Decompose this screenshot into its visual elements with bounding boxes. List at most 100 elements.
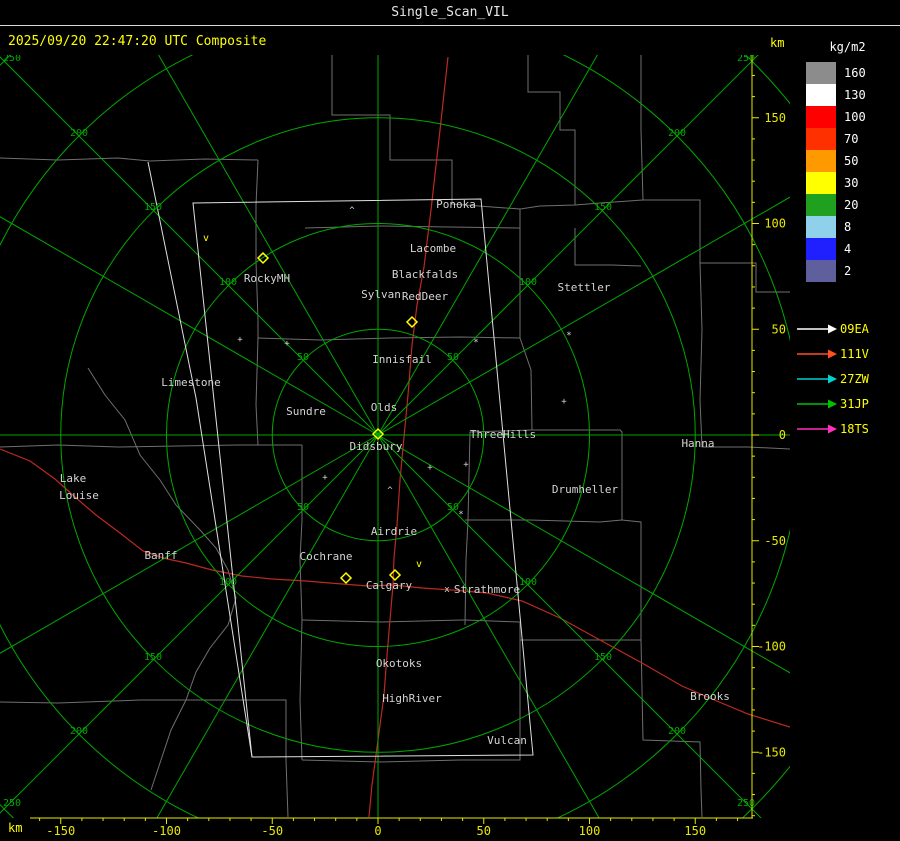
city-label: Vulcan [487, 734, 527, 747]
scale-row: 30 [795, 172, 900, 194]
county-boundary [0, 699, 141, 704]
radial-line [377, 55, 759, 436]
city-label: Stettler [558, 281, 611, 294]
ring-distance-label: 250 [3, 798, 21, 809]
storm-track-legend: 09EA 111V 27ZW 31JP 18TS [795, 316, 900, 441]
county-boundary [331, 55, 521, 210]
y-axis-label: -100 [757, 640, 786, 654]
ring-distance-label: 150 [594, 202, 612, 213]
city-label: RockyMH [244, 272, 290, 285]
county-boundary [87, 367, 237, 791]
city-label: Lacombe [410, 242, 456, 255]
km-unit-label-bottom: km [8, 821, 23, 835]
station-symbol: + [561, 397, 567, 407]
scale-color-swatch [806, 106, 836, 128]
track-id-label: 31JP [840, 396, 869, 411]
county-boundary [301, 619, 465, 623]
storm-marker-vee: v [203, 233, 209, 244]
city-label: Calgary [366, 579, 413, 592]
y-axis-label: -50 [764, 534, 786, 548]
ring-distance-label: 150 [144, 652, 162, 663]
ring-distance-label: 50 [447, 352, 459, 363]
ring-distance-label: 50 [447, 502, 459, 513]
scale-value-label: 70 [844, 132, 859, 146]
scale-value-label: 20 [844, 198, 859, 212]
storm-track-row: 18TS [797, 416, 900, 441]
city-label: RedDeer [402, 290, 449, 303]
y-axis-label: 100 [764, 217, 786, 231]
map-layers: 50 100 150 200 250 50 100 150 200 250 50 100 150 200 2… [0, 53, 790, 818]
scale-color-swatch [806, 260, 836, 282]
x-axis-label: 150 [684, 824, 706, 838]
scale-color-swatch [806, 238, 836, 260]
county-boundary [574, 228, 642, 267]
station-symbol: + [284, 339, 290, 349]
x-axis-label: -50 [261, 824, 283, 838]
scale-row: 100 [795, 106, 900, 128]
ring-distance-label: 50 [297, 352, 309, 363]
city-label: Drumheller [552, 483, 619, 496]
scale-color-swatch [806, 194, 836, 216]
city-label: Cochrane [300, 550, 353, 563]
scale-row: 2 [795, 260, 900, 282]
city-label: Hanna [681, 437, 714, 450]
scale-value-label: 130 [844, 88, 866, 102]
track-arrow-icon [797, 399, 837, 408]
storm-marker-vee: v [416, 559, 422, 570]
scale-value-label: 30 [844, 176, 859, 190]
storm-track-row: 111V [797, 341, 900, 366]
station-symbol: + [237, 335, 243, 345]
storm-marker-diamond [339, 571, 353, 585]
scale-row: 160 [795, 62, 900, 84]
city-label: Sylvan [361, 288, 401, 301]
track-id-label: 18TS [840, 421, 869, 436]
city-label: Airdrie [371, 525, 417, 538]
ring-distance-label: 100 [219, 577, 237, 588]
scale-color-swatch [806, 62, 836, 84]
county-boundary [140, 699, 289, 818]
radial-line [0, 434, 379, 814]
track-id-label: 09EA [840, 321, 869, 336]
radial-line [156, 434, 379, 818]
station-symbol: + [427, 463, 433, 473]
scale-color-swatch [806, 216, 836, 238]
scale-value-label: 160 [844, 66, 866, 80]
ring-distance-label: 200 [668, 726, 686, 737]
city-label: Banff [144, 549, 177, 562]
city-label: Brooks [690, 690, 730, 703]
scan-coverage-outline [147, 161, 253, 758]
x-axis-label: -100 [152, 824, 181, 838]
scale-color-swatch [806, 150, 836, 172]
ring-distance-label: 200 [668, 128, 686, 139]
legend-units-label: kg/m2 [829, 40, 866, 54]
city-label: Lake [60, 472, 87, 485]
county-boundary [299, 445, 303, 761]
window-title: Single_Scan_VIL [391, 5, 509, 20]
track-arrow-icon [797, 374, 837, 383]
city-label: Strathmore [454, 583, 520, 596]
scale-color-swatch [806, 128, 836, 150]
scale-row: 50 [795, 150, 900, 172]
storm-track-row: 09EA [797, 316, 900, 341]
ring-distance-label: 150 [594, 652, 612, 663]
scale-value-label: 4 [844, 242, 852, 256]
track-arrow-icon [797, 349, 837, 358]
city-label: ThreeHills [470, 428, 536, 441]
y-axis-label: 0 [779, 428, 786, 442]
radial-line [158, 55, 379, 436]
city-label: Olds [371, 401, 398, 414]
city-label: HighRiver [382, 692, 442, 705]
county-boundary [699, 262, 790, 450]
x-axis-label: 0 [374, 824, 381, 838]
y-axis-label: 50 [772, 322, 786, 336]
window-title-bar: Single_Scan_VIL [0, 0, 900, 26]
county-boundary [464, 519, 642, 641]
y-axis-label: 150 [764, 111, 786, 125]
city-label: Ponoka [436, 198, 476, 211]
x-axis-label: -150 [46, 824, 75, 838]
county-boundary [255, 159, 259, 446]
county-boundary [640, 55, 790, 293]
radial-line [0, 56, 379, 436]
km-unit-label-top: km [770, 36, 785, 50]
ring-distance-label: 250 [3, 53, 21, 64]
